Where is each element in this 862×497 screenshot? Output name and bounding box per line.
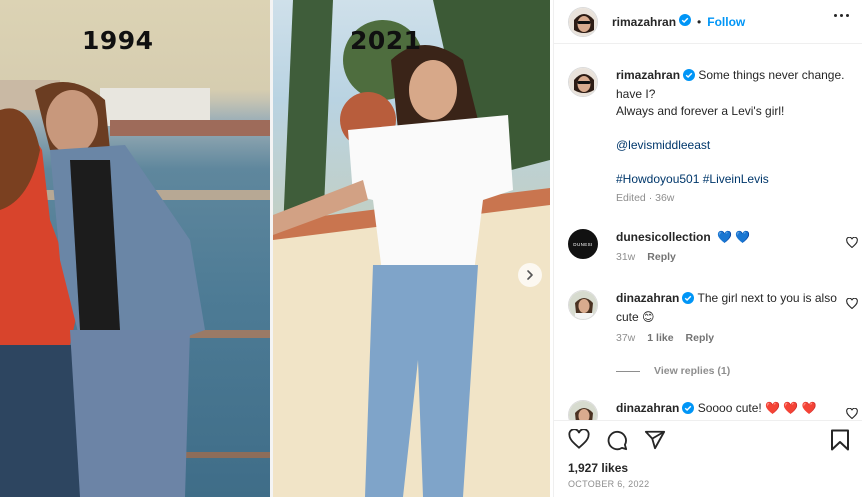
photo-1994 — [0, 0, 270, 497]
next-image-button[interactable] — [518, 263, 542, 287]
comment-username[interactable]: dunesicollection — [616, 230, 711, 244]
post-media[interactable]: 1994 2021 — [0, 0, 550, 497]
comment-body: 💙 💙 — [717, 230, 751, 244]
comment-like-icon[interactable] — [846, 407, 858, 420]
post-actions: 1,927 likes OCTOBER 6, 2022 — [554, 420, 862, 497]
caption-avatar-image — [569, 68, 597, 96]
caption-text: rimazahran Some things never change. hav… — [616, 67, 846, 188]
author-avatar-image — [569, 8, 597, 36]
verified-badge-icon — [682, 402, 695, 419]
comment-avatar-logo: DUNESI — [573, 241, 593, 247]
post-sidebar: rimazahran • Follow rimazahran Some thin… — [553, 0, 862, 497]
header-line: rimazahran • Follow — [612, 14, 745, 29]
comment-age: 31w — [616, 251, 636, 263]
comment-age: 37w — [616, 332, 636, 344]
comment-body: Soooo cute! ❤️ ❤️ ❤️ — [697, 401, 817, 415]
comment-text: dinazahran The girl next to you is also … — [616, 290, 846, 326]
photo-1994-illustration — [0, 80, 270, 497]
verified-badge-icon — [683, 69, 696, 86]
comment-meta: 31w Reply — [616, 251, 676, 263]
header-separator: • — [697, 14, 702, 29]
comment-username[interactable]: dinazahran — [616, 401, 679, 415]
post-date: OCTOBER 6, 2022 — [568, 479, 650, 489]
comment-meta: 37w 1 like Reply — [616, 332, 714, 344]
heart-icon[interactable] — [568, 428, 590, 452]
reply-button[interactable]: Reply — [686, 332, 715, 344]
comment-username[interactable]: dinazahran — [616, 291, 679, 305]
chevron-right-icon — [527, 270, 533, 280]
comment-text: dinazahran Soooo cute! ❤️ ❤️ ❤️ — [616, 400, 846, 419]
comment-like-icon[interactable] — [846, 236, 858, 251]
comment-item: DUNESI dunesicollection 💙 💙 31w Reply — [568, 229, 858, 269]
view-replies-button[interactable]: View replies (1) — [616, 365, 730, 377]
verified-badge-icon — [682, 292, 695, 309]
caption-line-2: Always and forever a Levi's girl! — [616, 104, 785, 118]
caption-hashtags[interactable]: #Howdoyou501 #LiveinLevis — [616, 172, 769, 186]
comment-avatar[interactable] — [568, 290, 598, 320]
view-replies-label: View replies (1) — [654, 365, 731, 377]
comment-text: dunesicollection 💙 💙 — [616, 229, 846, 246]
photo-2021-illustration — [273, 0, 550, 497]
caption-avatar[interactable] — [568, 67, 598, 97]
caption: rimazahran Some things never change. hav… — [568, 67, 858, 207]
reply-button[interactable]: Reply — [647, 251, 676, 263]
comment-avatar-image — [569, 291, 597, 319]
likes-count[interactable]: 1,927 likes — [568, 461, 628, 475]
year-label-left: 1994 — [82, 26, 154, 55]
post-header: rimazahran • Follow — [554, 0, 862, 44]
caption-meta: Edited · 36w — [616, 192, 675, 204]
comment-item: dinazahran The girl next to you is also … — [568, 290, 858, 380]
comment-avatar[interactable] — [568, 400, 598, 420]
view-replies-line — [616, 370, 640, 372]
comments-list[interactable]: rimazahran Some things never change. hav… — [554, 45, 862, 420]
year-label-right: 2021 — [350, 26, 422, 55]
bookmark-icon[interactable] — [830, 429, 850, 454]
comment-avatar[interactable]: DUNESI — [568, 229, 598, 259]
comment-like-icon[interactable] — [846, 297, 858, 312]
comment-icon[interactable] — [606, 429, 628, 454]
caption-mention[interactable]: @levismiddleeast — [616, 138, 710, 152]
photo-2021 — [273, 0, 550, 497]
author-username[interactable]: rimazahran — [612, 15, 676, 29]
more-options-icon[interactable] — [834, 14, 849, 17]
comment-avatar-image — [569, 401, 597, 420]
share-icon[interactable] — [644, 429, 666, 454]
comment-likes-count[interactable]: 1 like — [647, 332, 673, 344]
author-avatar[interactable] — [568, 7, 598, 37]
follow-button[interactable]: Follow — [707, 15, 745, 29]
caption-username[interactable]: rimazahran — [616, 68, 680, 82]
verified-badge-icon — [679, 14, 692, 29]
comment-item: dinazahran Soooo cute! ❤️ ❤️ ❤️ — [568, 400, 858, 420]
